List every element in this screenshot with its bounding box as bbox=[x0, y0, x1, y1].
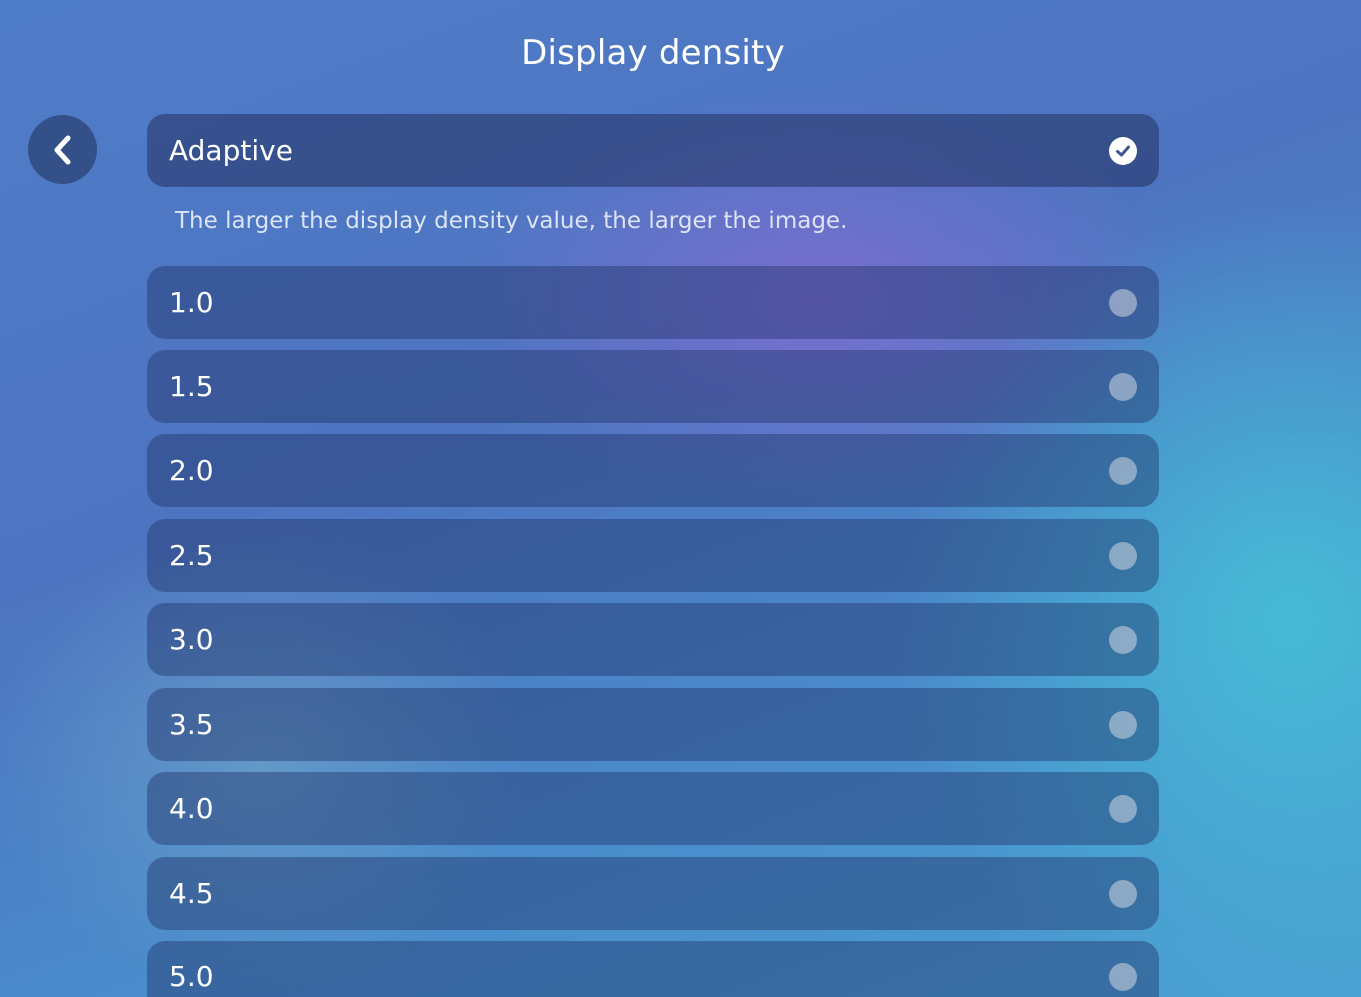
radio-unselected-icon bbox=[1109, 456, 1137, 485]
radio-unselected-icon bbox=[1109, 288, 1137, 317]
option-density-4-0[interactable]: 4.0 bbox=[147, 772, 1159, 845]
option-density-4-5[interactable]: 4.5 bbox=[147, 857, 1159, 930]
option-label: 3.5 bbox=[169, 707, 214, 741]
radio-unselected-icon bbox=[1109, 794, 1137, 823]
density-option-list: 1.0 1.5 2.0 2.5 3.0 3.5 4.0 4.5 5.0 bbox=[0, 0, 1361, 997]
radio-unselected-icon bbox=[1109, 963, 1137, 991]
option-label: 4.5 bbox=[169, 876, 214, 910]
radio-unselected-icon bbox=[1109, 710, 1137, 739]
option-label: 1.0 bbox=[169, 285, 214, 319]
option-density-2-0[interactable]: 2.0 bbox=[147, 434, 1159, 507]
radio-unselected-icon bbox=[1109, 879, 1137, 908]
option-label: 1.5 bbox=[169, 369, 214, 403]
option-label: 3.0 bbox=[169, 622, 214, 656]
radio-unselected-icon bbox=[1109, 372, 1137, 401]
option-density-1-0[interactable]: 1.0 bbox=[147, 266, 1159, 339]
option-density-1-5[interactable]: 1.5 bbox=[147, 350, 1159, 423]
radio-unselected-icon bbox=[1109, 541, 1137, 570]
option-label: 2.0 bbox=[169, 453, 214, 487]
option-label: 4.0 bbox=[169, 791, 214, 825]
option-density-3-0[interactable]: 3.0 bbox=[147, 603, 1159, 676]
radio-unselected-icon bbox=[1109, 625, 1137, 654]
option-label: 5.0 bbox=[169, 960, 214, 993]
option-label: 2.5 bbox=[169, 538, 214, 572]
option-density-5-0[interactable]: 5.0 bbox=[147, 941, 1159, 997]
option-density-2-5[interactable]: 2.5 bbox=[147, 519, 1159, 592]
option-density-3-5[interactable]: 3.5 bbox=[147, 688, 1159, 761]
